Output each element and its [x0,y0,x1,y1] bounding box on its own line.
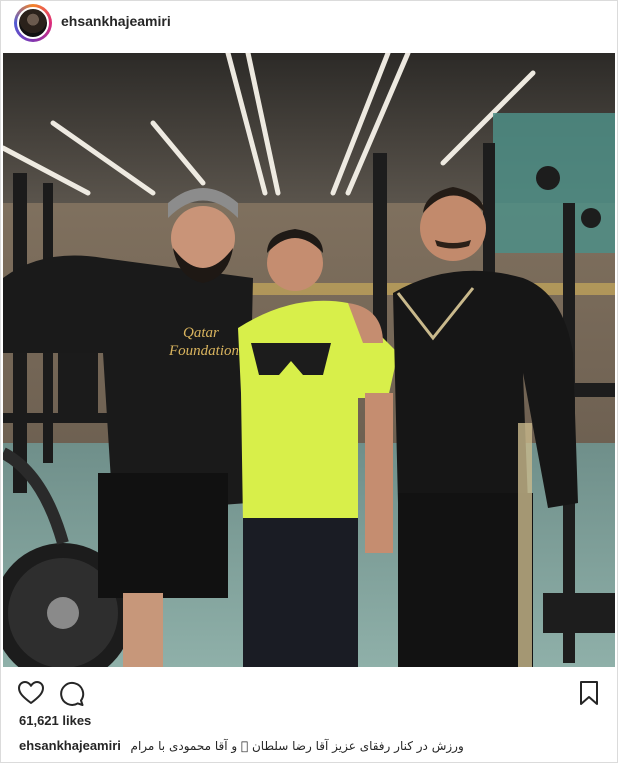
comment-icon[interactable] [57,679,85,707]
heart-icon[interactable] [17,679,45,707]
shirt-text-line2: Foundation [168,343,239,359]
caption-username[interactable]: ehsankhajeamiri [19,738,121,753]
caption-text: ورزش در کنار رفقای عزیز آقا رضا سلطان 🏻 … [130,739,464,753]
post-caption: ehsankhajeamiri ورزش در کنار رفقای عزیز … [19,738,609,758]
bookmark-icon[interactable] [575,679,603,707]
post-actions [1,673,618,709]
post-header: ehsankhajeamiri [1,1,618,45]
shirt-text-line1: Qatar [183,325,219,341]
post-photo[interactable]: Qatar Foundation [3,53,615,667]
post-card: ehsankhajeamiri Qatar Foundation 61,621 … [0,0,618,763]
post-username[interactable]: ehsankhajeamiri [61,13,171,29]
avatar-image [17,7,49,39]
likes-count[interactable]: 61,621 likes [19,713,91,728]
avatar[interactable] [14,4,52,42]
